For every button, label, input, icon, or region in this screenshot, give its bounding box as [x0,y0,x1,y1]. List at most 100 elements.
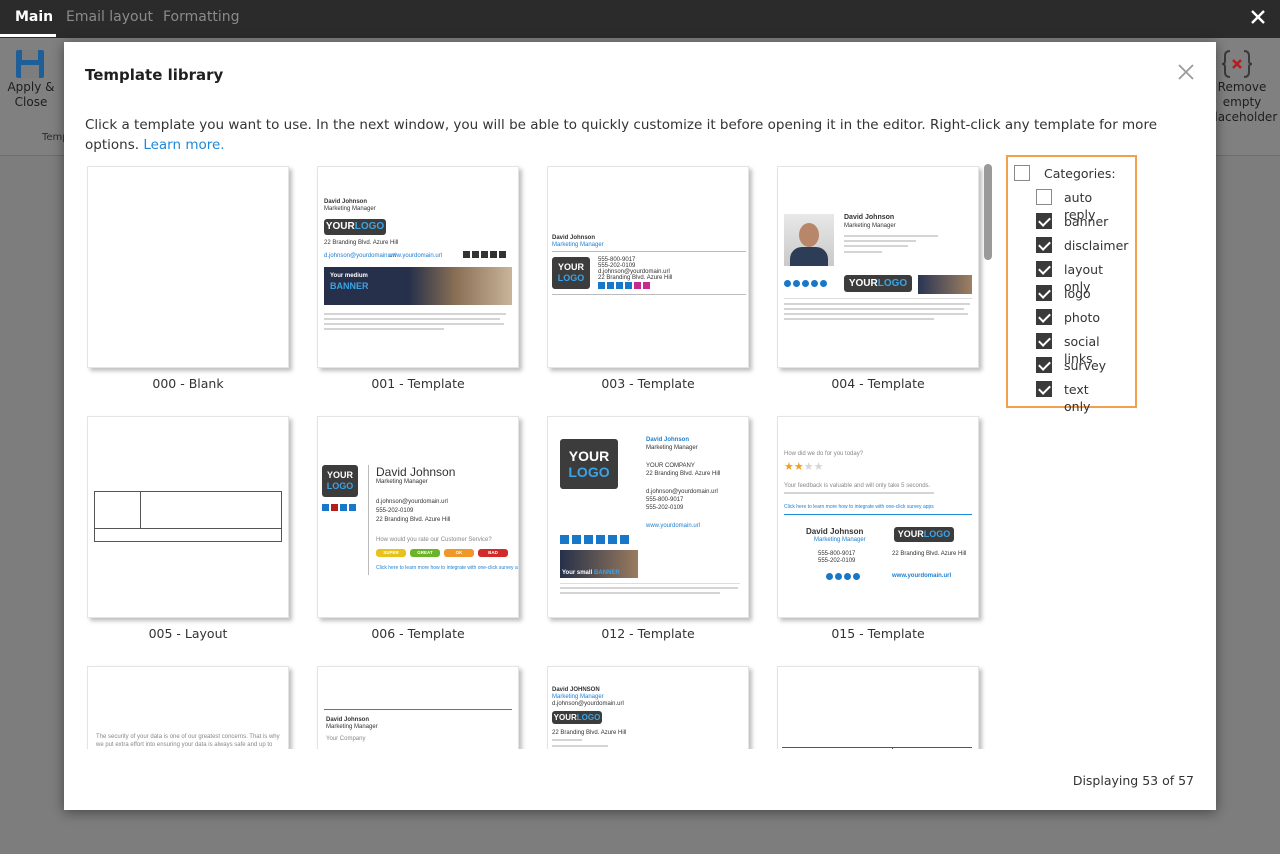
text-line [324,318,500,320]
category-checkbox[interactable] [1036,357,1052,373]
template-label: 000 - Blank [152,376,224,391]
social-icon [598,282,605,289]
tab-email-layout[interactable]: Email layout [66,0,153,36]
social-icon [608,535,617,544]
social-icon [820,280,827,287]
template-thumbnail-blank[interactable] [87,166,289,368]
text-line [552,739,582,741]
thumb-email: d.johnson@yourdomain.url [376,499,448,505]
category-checkbox[interactable] [1036,285,1052,301]
logo-text: LOGO [923,529,951,539]
social-icon [793,280,800,287]
thumb-role: Marketing Manager [376,479,428,485]
tab-formatting[interactable]: Formatting [163,0,239,36]
social-icon [463,251,470,258]
logo-text: YOUR [557,262,584,272]
category-label: text only [1064,382,1091,414]
social-icon [331,504,338,511]
grid-scrollbar[interactable] [984,164,992,260]
divider [784,298,972,299]
remove-placeholder-icon [1221,50,1253,78]
banner-image [918,275,972,294]
feedback-text: Your feedback is valuable and will only … [784,483,931,489]
template-label: 015 - Template [831,626,925,641]
close-icon[interactable] [1177,63,1195,81]
template-thumbnail[interactable]: David Johnson Marketing Manager YOURLOGO [777,166,979,368]
divider [368,465,369,575]
template-thumbnail[interactable] [87,416,289,618]
category-checkbox[interactable] [1036,261,1052,277]
thumb-company: YOUR COMPANY [646,463,695,469]
category-checkbox[interactable] [1036,381,1052,397]
text-line [552,745,608,747]
social-icon [811,280,818,287]
thumb-name: David Johnson [324,199,368,205]
template-label: 012 - Template [601,626,695,641]
template-thumbnail[interactable]: David Johnson Marketing Manager YOURLOGO… [547,166,749,368]
logo-image: YOURLOGO [324,219,386,235]
intro-text: Click a template you want to use. In the… [85,117,1158,153]
apply-close-button[interactable]: Apply & Close [4,80,58,110]
social-icon [481,251,488,258]
category-checkbox[interactable] [1036,189,1052,205]
template-thumbnail[interactable] [777,666,979,749]
logo-text: YOUR [568,448,610,464]
category-checkbox[interactable] [1036,213,1052,229]
social-icon [634,282,641,289]
logo-image: YOURLOGO [894,527,954,542]
survey-option: SUPER [376,549,406,557]
categories-all-checkbox[interactable] [1014,165,1030,181]
thumb-email: d.johnson@yourdomain.url [552,701,624,707]
text-line [784,303,970,305]
template-thumbnail[interactable]: David Johnson Marketing Manager YOURLOGO… [317,166,519,368]
thumb-role: Marketing Manager [814,537,866,543]
thumb-role: Marketing Manager [646,445,698,451]
survey-question: How would you rate our Customer Service? [376,537,492,543]
star-rating: ★★★★ [784,461,824,473]
social-icon [853,573,860,580]
category-checkbox[interactable] [1036,309,1052,325]
category-label: banner [1064,214,1109,229]
close-icon[interactable] [1250,9,1266,25]
social-icon [620,535,629,544]
template-label: 001 - Template [371,376,465,391]
template-thumbnail[interactable]: YOUR LOGO David Johnson Marketing Manager… [547,416,749,618]
template-thumbnail[interactable]: David JOHNSON Marketing Manager d.johnso… [547,666,749,749]
thumb-mobile: 555-202-0109 [818,558,856,564]
text-line [560,587,738,589]
divider [552,251,746,252]
thumb-address: 22 Branding Blvd. Azure Hill [598,275,673,281]
social-icon [349,504,356,511]
banner-text: BANNER [594,570,620,576]
social-icon [802,280,809,287]
template-thumbnail[interactable]: How did we do for you today? ★★★★ Your f… [777,416,979,618]
thumb-name: David Johnson [552,235,596,241]
category-label: photo [1064,310,1101,325]
template-thumbnail[interactable]: YOUR LOGO David Johnson Marketing Manager… [317,416,519,618]
thumb-address: 22 Branding Blvd. Azure Hill [892,551,967,557]
template-label: 004 - Template [831,376,925,391]
logo-text: LOGO [326,481,354,491]
template-thumbnail[interactable]: The security of your data is one of our … [87,666,289,749]
learn-more-link[interactable]: Learn more. [143,137,224,153]
survey-option: OK [444,549,474,557]
tab-main[interactable]: Main [15,0,53,36]
text-line [784,308,964,310]
category-label: survey [1064,358,1107,373]
thumb-phone: 555-800-9017 [646,497,684,503]
social-icon [784,280,791,287]
categories-filter: Categories: auto reply banner disclaimer la… [1006,155,1137,414]
survey-option: GREAT [410,549,440,557]
thumb-name: David Johnson [646,437,690,443]
template-thumbnail[interactable]: David Johnson Marketing Manager Your Com… [317,666,519,749]
profile-photo [784,214,834,266]
thumb-name: David Johnson [326,717,370,723]
remove-empty-placeholder-button[interactable]: Remove empty placeholder [1206,80,1278,125]
thumb-role: Marketing Manager [324,206,376,212]
text-line [560,592,720,594]
category-checkbox[interactable] [1036,237,1052,253]
thumb-address: 22 Branding Blvd. Azure Hill [646,471,721,477]
template-library-dialog: Template library Click a template you wa… [64,42,1216,810]
text-line [784,318,934,320]
category-checkbox[interactable] [1036,333,1052,349]
